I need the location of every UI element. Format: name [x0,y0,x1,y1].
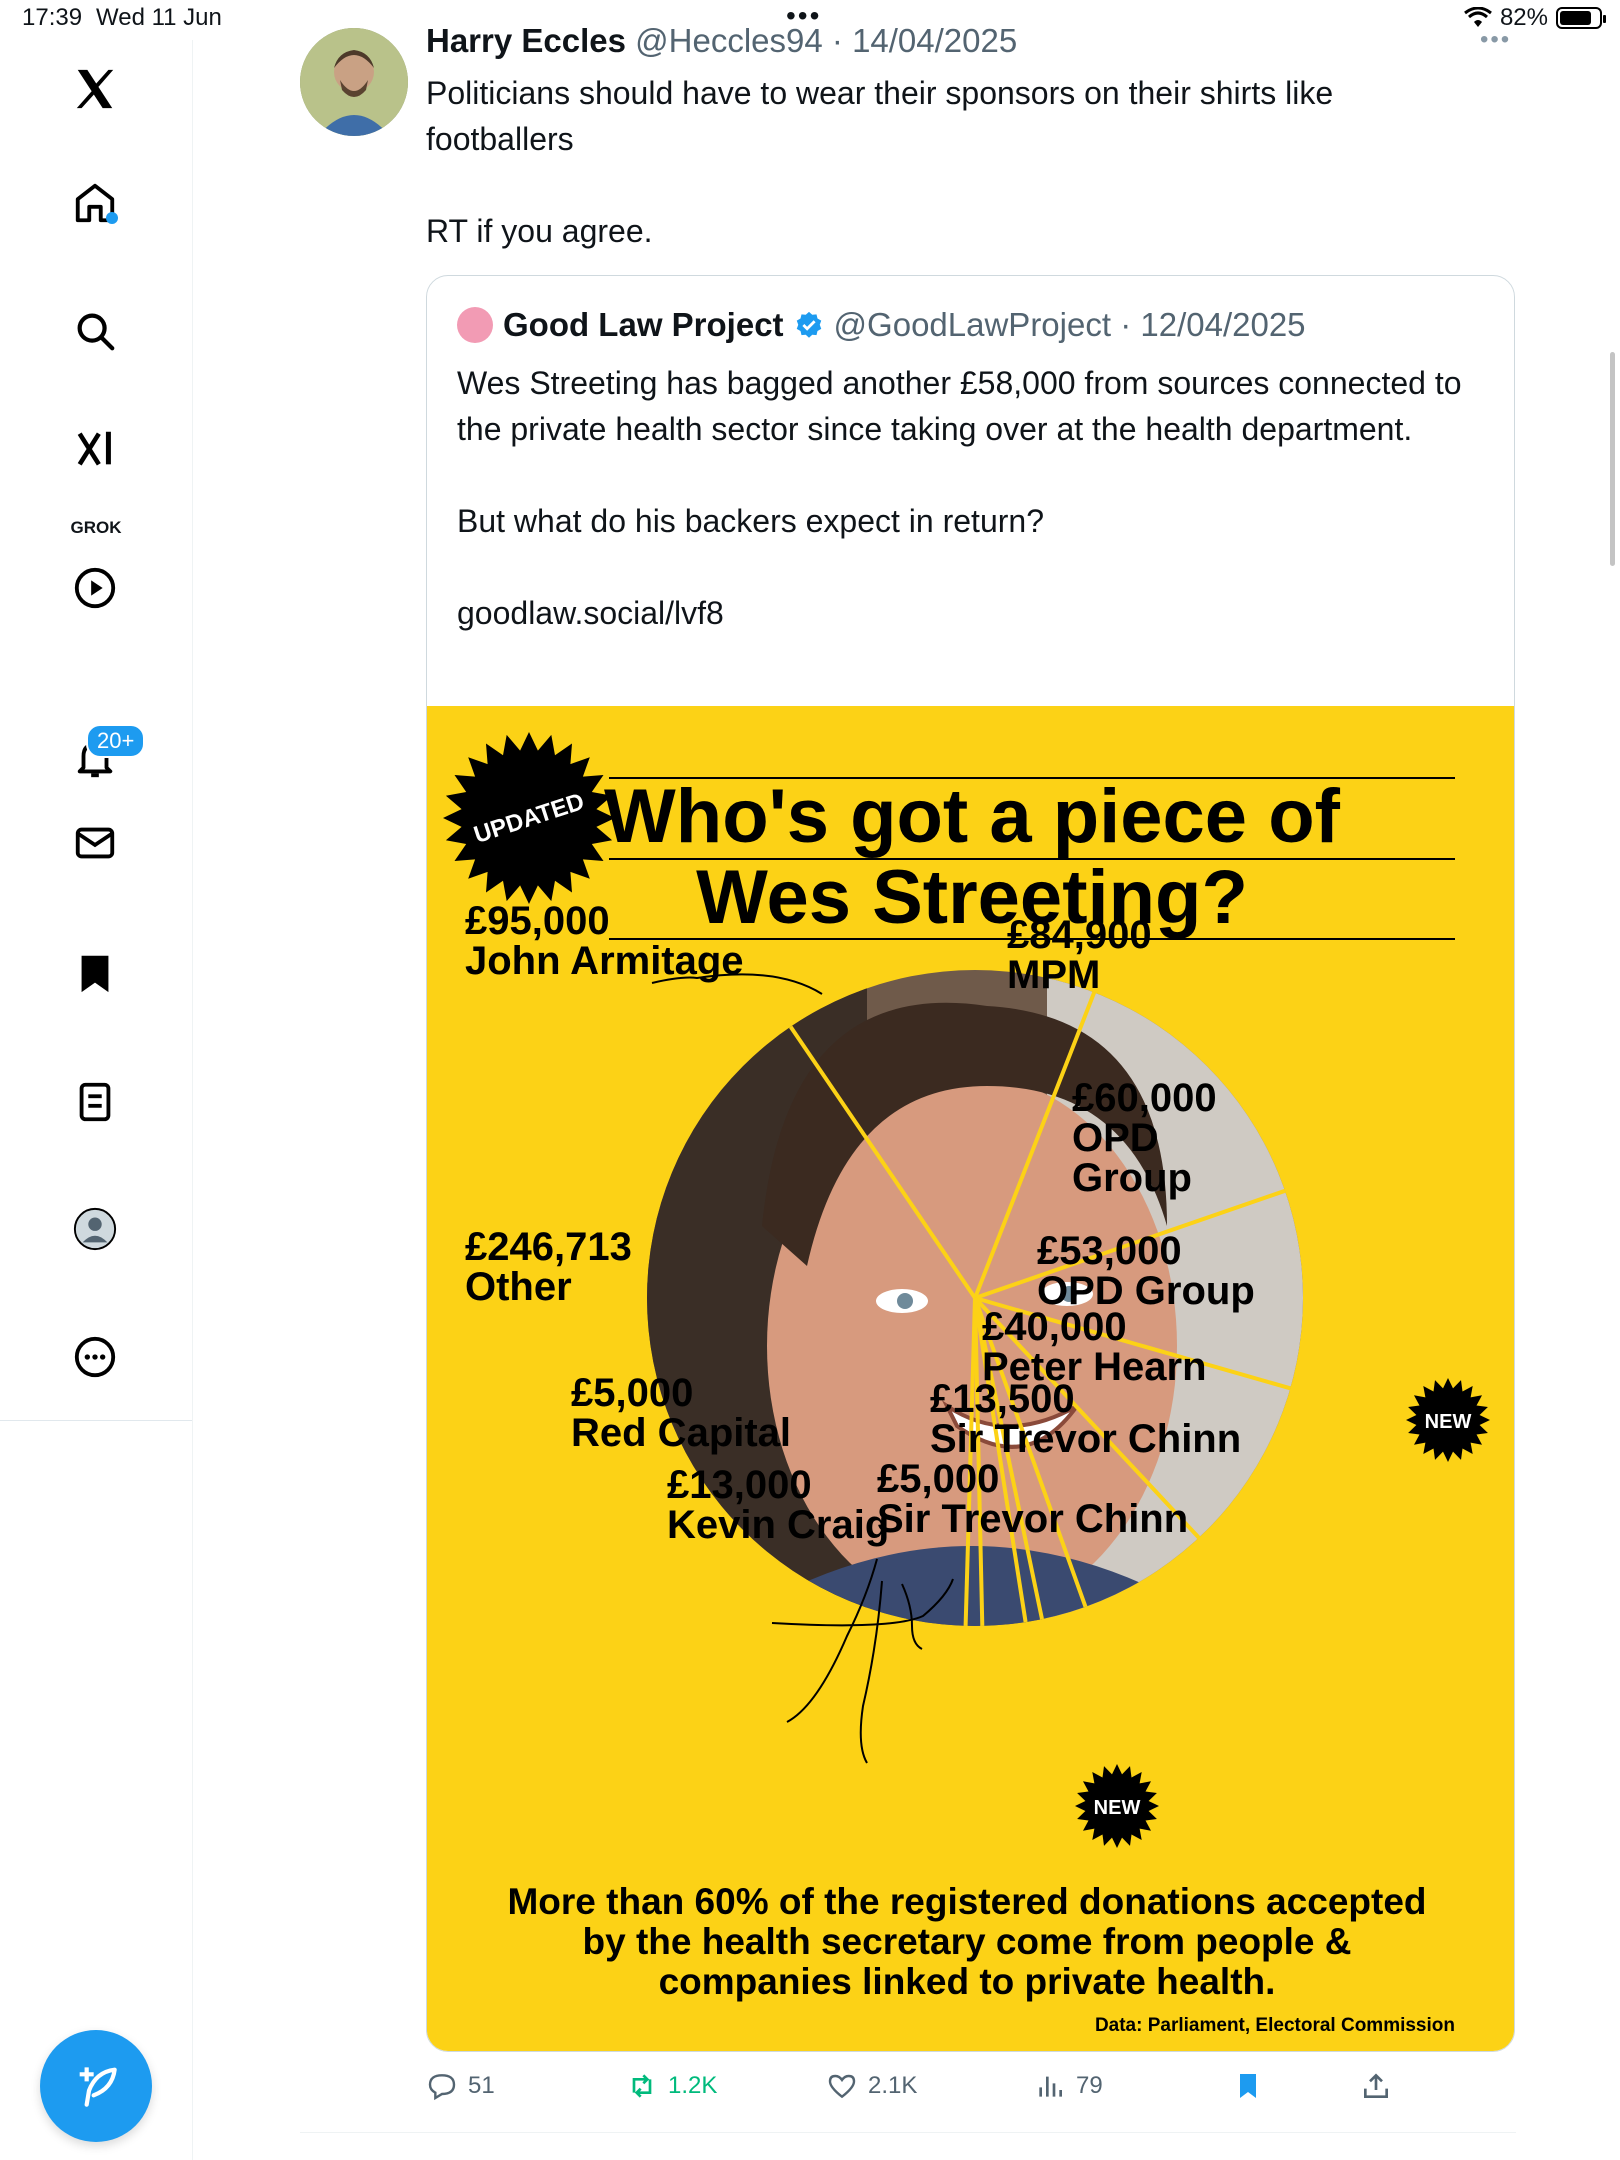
more-options-icon[interactable]: ••• [1480,26,1511,54]
battery-nub [1603,15,1606,23]
label-hearn-amount: £40,000 [982,1305,1127,1349]
new-badge-chinn: NEW [1075,1764,1159,1848]
x-logo-icon[interactable] [66,60,124,118]
lists-icon[interactable] [66,1073,124,1131]
reply-icon [428,2074,456,2101]
label-craig-amount: £13,000 [667,1463,812,1507]
tweet-divider [300,2132,1516,2133]
repost-button[interactable]: 1.2K [626,2070,717,2102]
quoted-author-name: Good Law Project [503,306,784,343]
verified-icon [796,311,821,338]
quoted-author-avatar [457,307,493,343]
tweet-date[interactable]: 14/04/2025 [852,22,1017,59]
quoted-tweet-header: Good Law Project @GoodLawProject · 12/04… [457,306,1306,344]
author-name[interactable]: Harry Eccles [426,22,626,59]
battery-icon [1556,7,1606,29]
quoted-tweet-text: Wes Streeting has bagged another £58,000… [457,365,1462,631]
label-chinn1-name: Sir Trevor Chinn [930,1417,1241,1461]
label-opd53-amount: £53,000 [1037,1229,1182,1273]
label-red-amount: £5,000 [571,1371,693,1415]
label-chinn2-amount: £5,000 [877,1457,999,1501]
label-armitage-amount: £95,000 [465,899,610,943]
reply-count: 51 [468,2072,495,2099]
status-time: 17:39 [22,4,83,31]
donations-infographic[interactable]: UPDATED Who's got a piece of Wes Streeti… [427,706,1514,2051]
tweet-header: Harry Eccles @Heccles94 · 14/04/2025 [426,22,1017,60]
meta-separator: · [822,22,853,59]
quoted-tweet[interactable]: Good Law Project @GoodLawProject · 12/04… [426,275,1515,2052]
label-opd60-name1: OPD [1072,1116,1159,1160]
sidebar-divider [0,1420,192,1421]
infographic-svg: UPDATED Who's got a piece of Wes Streeti… [443,732,1490,2036]
new-badge-opd-text: NEW [1425,1411,1472,1433]
profile-icon[interactable] [66,1200,124,1258]
new-badge-opd: NEW [1406,1378,1490,1462]
graphic-title-line2: Wes Streeting? [696,855,1248,940]
notifications-badge: 20+ [86,724,146,758]
share-button[interactable] [1360,2070,1392,2102]
label-opd60-amount: £60,000 [1072,1076,1217,1120]
label-red-name: Red Capital [571,1411,791,1455]
updated-badge: UPDATED [443,732,615,904]
label-opd60-name2: Group [1072,1156,1192,1200]
label-chinn2-name: Sir Trevor Chinn [877,1497,1188,1541]
views-count: 79 [1076,2072,1103,2099]
messages-icon[interactable] [66,814,124,872]
tweet-text: Politicians should have to wear their sp… [426,75,1334,249]
status-date: Wed 11 Jun [96,4,222,31]
source-note: Data: Parliament, Electoral Commission [1095,2015,1455,2036]
author-handle[interactable]: @Heccles94 [635,22,823,59]
views-icon [1039,2076,1062,2097]
bookmark-filled-icon [1240,2074,1256,2098]
scrollbar[interactable] [1610,352,1615,566]
video-icon[interactable] [66,559,124,617]
search-icon[interactable] [66,302,124,360]
label-other-amount: £246,713 [465,1225,632,1269]
footer-line1: More than 60% of the registered donation… [507,1881,1426,1922]
sidebar: GROK 20+ [0,40,193,2160]
home-notification-dot [106,212,118,224]
like-button[interactable]: 2.1K [826,2070,917,2102]
author-avatar[interactable] [300,28,408,136]
label-craig-name: Kevin Craig [667,1503,889,1547]
new-badge-chinn-text: NEW [1094,1797,1141,1819]
graphic-title-line1: Who's got a piece of [604,774,1341,859]
repost-count: 1.2K [668,2072,718,2099]
quoted-tweet-date: 12/04/2025 [1140,306,1306,343]
reply-button[interactable]: 51 [426,2070,495,2102]
bookmark-button[interactable] [1232,2070,1264,2102]
label-other-name: Other [465,1265,572,1309]
repost-icon [632,2074,652,2098]
like-count: 2.1K [868,2072,918,2099]
footer-line2: by the health secretary come from people… [582,1921,1351,1962]
feather-plus-icon [79,2067,117,2107]
battery-fill [1560,11,1592,25]
bookmarks-icon[interactable] [66,944,124,1002]
quoted-author-handle: @GoodLawProject [833,306,1112,343]
views-button[interactable]: 79 [1034,2070,1103,2102]
label-mpm-name: MPM [1007,953,1100,997]
heart-icon [828,2074,856,2099]
compose-button[interactable] [40,2030,152,2142]
grok-label: GROK [70,518,122,537]
home-icon[interactable] [66,174,124,232]
grok-icon[interactable] [66,420,124,478]
more-icon[interactable] [66,1328,124,1386]
label-mpm-amount: £84,900 [1007,913,1152,957]
tweet-actions: 51 1.2K 2.1K 79 [426,2070,1516,2120]
label-chinn1-amount: £13,500 [930,1377,1075,1421]
footer-line3: companies linked to private health. [659,1961,1276,2002]
share-icon [1364,2073,1388,2098]
